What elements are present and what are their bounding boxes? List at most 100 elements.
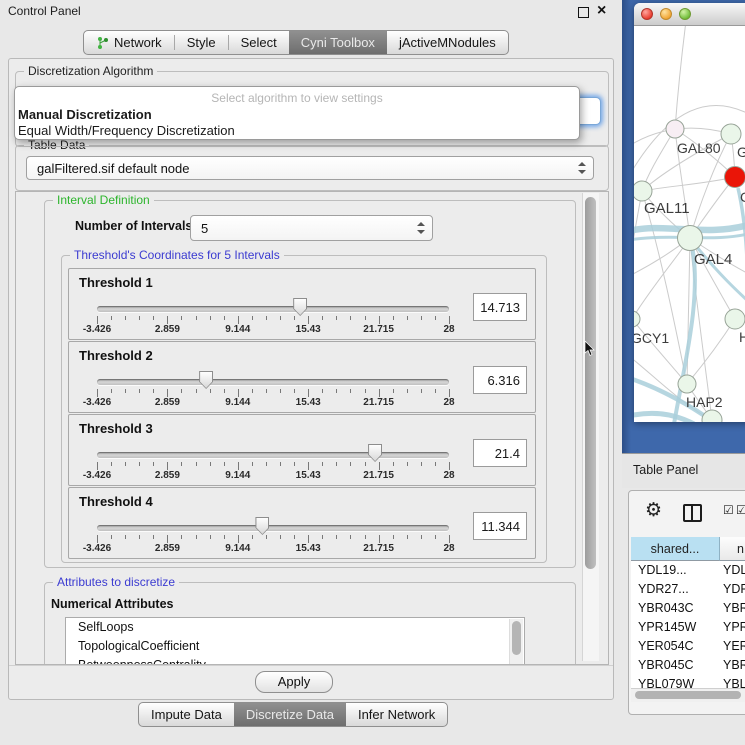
- algorithm-placeholder: Select algorithm to view settings: [15, 91, 579, 105]
- network-edge[interactable]: [642, 129, 675, 191]
- slider-thumb-threshold-2[interactable]: [199, 371, 213, 389]
- tab-infer-network[interactable]: Infer Network: [346, 703, 447, 726]
- table-row[interactable]: YBR043CYBR0: [631, 599, 745, 618]
- network-node-gal4[interactable]: [678, 226, 703, 251]
- number-of-intervals-combo[interactable]: 5: [190, 215, 433, 241]
- attribute-item-betweennesscentrality[interactable]: BetweennessCentrality: [66, 656, 524, 665]
- close-icon[interactable]: ×: [597, 1, 606, 21]
- table-row[interactable]: YDL19...YDL1: [631, 561, 745, 580]
- tab-style[interactable]: Style: [175, 31, 228, 54]
- table-rows: YDL19...YDL1YDR27...YDR2YBR043CYBR0YPR14…: [631, 561, 745, 688]
- network-node-label: H: [739, 329, 745, 345]
- threshold-4-panel: Threshold 4-3.4262.8599.14415.4321.71528…: [68, 487, 536, 559]
- panel-scrollbar-thumb[interactable]: [585, 197, 596, 569]
- network-node-gcy1[interactable]: [634, 311, 640, 327]
- network-edge[interactable]: [687, 319, 735, 384]
- column-header-1[interactable]: shared...: [631, 537, 720, 561]
- slider-tick-labels: -3.4262.8599.14415.4321.71528: [97, 324, 450, 336]
- tick-label: -3.426: [83, 324, 111, 335]
- tab-impute-data[interactable]: Impute Data: [139, 703, 234, 726]
- tick-label: 28: [443, 324, 454, 335]
- network-edge-thick[interactable]: [634, 413, 694, 422]
- tick-mark: [181, 389, 182, 393]
- network-node-h[interactable]: [725, 309, 745, 329]
- tab-discretize-data[interactable]: Discretize Data: [234, 703, 346, 726]
- slider-track[interactable]: [97, 452, 449, 458]
- network-edge[interactable]: [634, 319, 687, 384]
- minimize-traffic-light-icon[interactable]: [660, 8, 672, 20]
- table-row[interactable]: YBL079WYBL0: [631, 675, 745, 688]
- network-node-c[interactable]: [725, 167, 745, 188]
- gear-icon[interactable]: ⚙: [645, 499, 662, 521]
- apply-button[interactable]: Apply: [255, 671, 333, 693]
- threshold-1-value-field[interactable]: 14.713: [473, 293, 527, 321]
- numerical-attributes-label: Numerical Attributes: [51, 597, 173, 611]
- network-window-titlebar[interactable]: [634, 3, 745, 26]
- threshold-2-value-field[interactable]: 6.316: [473, 366, 527, 394]
- zoom-traffic-light-icon[interactable]: [679, 8, 691, 20]
- tick-mark: [153, 389, 154, 393]
- attributes-scrollbar[interactable]: [509, 619, 523, 665]
- network-node-g-[interactable]: [721, 124, 741, 144]
- tab-cyni-toolbox[interactable]: Cyni Toolbox: [289, 31, 387, 54]
- tab-jactivemnodules[interactable]: jActiveMNodules: [387, 31, 508, 54]
- table-cell: YDL19...: [631, 561, 720, 580]
- network-node-gal80[interactable]: [666, 120, 684, 138]
- tick-mark: [407, 389, 408, 393]
- network-edge[interactable]: [675, 26, 686, 129]
- numerical-attributes-list[interactable]: SelfLoopsTopologicalCoefficientBetweenne…: [65, 617, 525, 665]
- table-row[interactable]: YER054CYER0: [631, 637, 745, 656]
- panel-scrollbar-track[interactable]: [582, 193, 599, 661]
- table-row[interactable]: YDR27...YDR2: [631, 580, 745, 599]
- tick-mark: [449, 316, 450, 324]
- table-hscrollbar-track[interactable]: [631, 688, 745, 702]
- network-node-hap2[interactable]: [678, 375, 696, 393]
- network-edge[interactable]: [642, 191, 687, 384]
- tick-mark: [336, 389, 337, 393]
- threshold-label: Threshold 2: [79, 348, 153, 363]
- tick-mark: [435, 316, 436, 320]
- slider-thumb-threshold-3[interactable]: [368, 444, 382, 462]
- network-edge[interactable]: [634, 238, 690, 319]
- tab-select[interactable]: Select: [229, 31, 289, 54]
- table-hscrollbar-thumb[interactable]: [635, 691, 741, 699]
- slider-thumb-threshold-4[interactable]: [255, 517, 269, 535]
- table-row[interactable]: YPR145WYPR1: [631, 618, 745, 637]
- tick-mark: [421, 535, 422, 539]
- checkbox-icon[interactable]: ☑: [736, 503, 745, 517]
- tick-label: 21.715: [363, 470, 394, 481]
- tick-mark: [449, 389, 450, 397]
- threshold-3-value-field[interactable]: 21.4: [473, 439, 527, 467]
- algorithm-option-equal-width-frequency-discretization[interactable]: Equal Width/Frequency Discretization: [18, 123, 235, 138]
- tab-network[interactable]: Network: [84, 31, 174, 54]
- close-traffic-light-icon[interactable]: [641, 8, 653, 20]
- split-view-icon[interactable]: [683, 504, 702, 522]
- attribute-item-selfloops[interactable]: SelfLoops: [66, 618, 524, 637]
- network-node-gal11[interactable]: [634, 181, 652, 201]
- checkbox-icon[interactable]: ☑: [723, 503, 734, 517]
- tick-mark: [238, 316, 239, 324]
- table-data-combo[interactable]: galFiltered.sif default node: [26, 156, 594, 180]
- tick-mark: [379, 316, 380, 324]
- threshold-4-value-field[interactable]: 11.344: [473, 512, 527, 540]
- attributes-scrollbar-thumb[interactable]: [512, 621, 521, 655]
- network-canvas[interactable]: GAL80G.CGAL11GAL4GCY1HHAP2: [634, 26, 745, 422]
- table-row[interactable]: YBR045CYBR0: [631, 656, 745, 675]
- network-node-unlabeled[interactable]: [702, 410, 722, 422]
- table-cell: YBR045C: [631, 656, 720, 675]
- algorithm-option-manual-discretization[interactable]: Manual Discretization: [18, 107, 152, 122]
- tick-mark: [224, 389, 225, 393]
- attribute-item-topologicalcoefficient[interactable]: TopologicalCoefficient: [66, 637, 524, 656]
- slider-track[interactable]: [97, 525, 449, 531]
- slider-track[interactable]: [97, 306, 449, 312]
- tick-mark: [435, 535, 436, 539]
- table-cell: YBR043C: [631, 599, 720, 618]
- tick-mark: [125, 389, 126, 393]
- float-window-icon[interactable]: [578, 7, 589, 18]
- tick-mark: [167, 389, 168, 397]
- network-edge-thick[interactable]: [738, 188, 745, 422]
- column-header-2[interactable]: n: [720, 537, 745, 561]
- apply-row-divider: [9, 665, 613, 666]
- slider-thumb-threshold-1[interactable]: [293, 298, 307, 316]
- slider-track[interactable]: [97, 379, 449, 385]
